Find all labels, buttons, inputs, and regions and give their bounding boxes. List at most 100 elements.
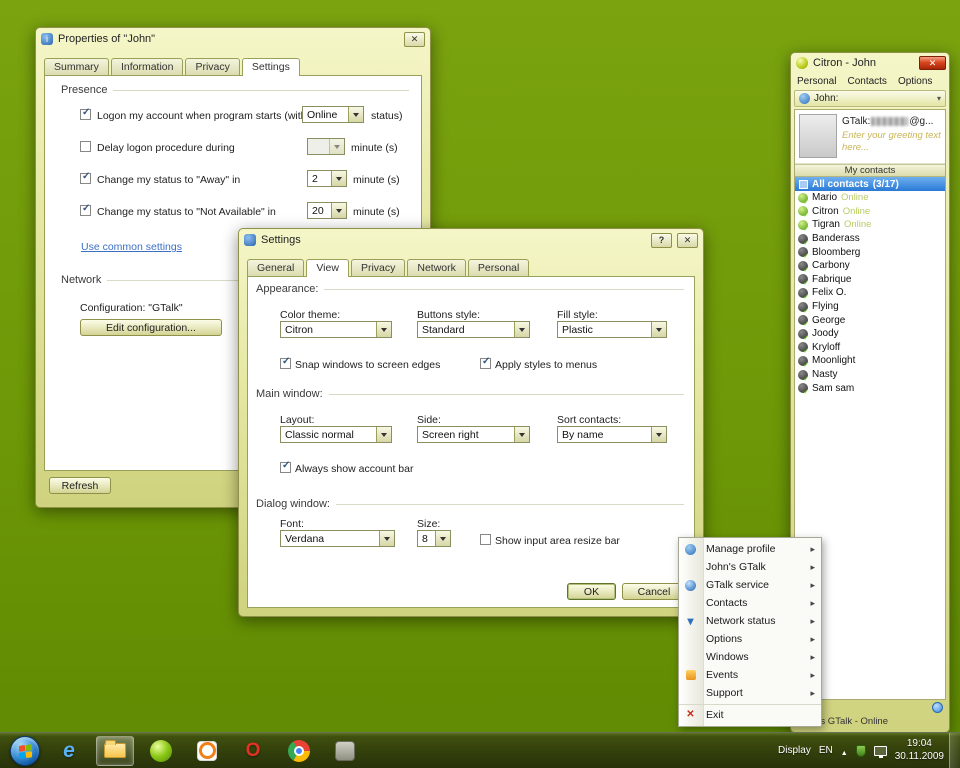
contact-row[interactable]: Fabrique [795,273,945,287]
close-icon[interactable] [919,56,946,70]
menubar-item[interactable]: Options [898,76,932,87]
size-select[interactable]: 8 [417,530,451,547]
ok-button[interactable]: OK [567,583,616,600]
close-icon[interactable] [404,32,425,47]
resize-bar-checkbox[interactable] [480,534,491,545]
context-menu-item[interactable]: Events [679,666,821,684]
context-menu-item[interactable]: Support [679,684,821,702]
show-desktop-button[interactable] [949,733,960,768]
context-menu-item[interactable]: Windows [679,648,821,666]
explorer-taskbar-button[interactable] [96,736,134,766]
clock-date: 30.11.2009 [895,751,944,764]
contact-row[interactable]: Sam sam [795,381,945,395]
contact-row[interactable]: Felix O. [795,286,945,300]
hidden-icons-arrow-icon[interactable] [841,742,848,760]
cancel-button[interactable]: Cancel [622,583,686,600]
globe-icon[interactable] [932,702,943,713]
help-icon[interactable] [651,233,672,248]
contact-row[interactable]: Mario Online [795,191,945,205]
settings-window-title: Settings [261,234,646,246]
internet-explorer-taskbar-button[interactable] [50,736,88,766]
away-status-checkbox[interactable] [80,173,91,184]
edit-configuration-button[interactable]: Edit configuration... [80,319,222,336]
settings-tab[interactable]: View [306,259,349,277]
snap-windows-checkbox[interactable] [280,358,291,369]
display-label[interactable]: Display [778,745,811,756]
context-menu-item[interactable]: Manage profile [679,540,821,558]
settings-tab[interactable]: Network [407,259,466,276]
context-menu-item[interactable]: John's GTalk [679,558,821,576]
fill-style-select[interactable]: Plastic [557,321,667,338]
layout-select[interactable]: Classic normal [280,426,392,443]
context-menu-item[interactable]: GTalk service [679,576,821,594]
opera-taskbar-button[interactable] [234,736,272,766]
close-icon[interactable] [677,233,698,248]
color-theme-select[interactable]: Citron [280,321,392,338]
citron-titlebar[interactable]: Citron - John [791,53,949,73]
clock[interactable]: 19:04 30.11.2009 [895,738,944,763]
refresh-button[interactable]: Refresh [49,477,111,494]
contact-row[interactable]: Kryloff [795,341,945,355]
greeting-placeholder[interactable]: Enter your greeting text here... [842,130,944,154]
use-common-settings-link[interactable]: Use common settings [81,241,182,253]
side-select[interactable]: Screen right [417,426,530,443]
chevron-down-icon [379,531,394,546]
language-indicator[interactable]: EN [819,745,833,756]
my-contacts-header[interactable]: My contacts [795,164,945,177]
context-menu-item[interactable]: Contacts [679,594,821,612]
notavailable-minutes-select[interactable]: 20 [307,202,347,219]
fill-style-label: Fill style: [557,309,598,321]
contact-row[interactable]: Joody [795,327,945,341]
media-player-taskbar-button[interactable] [188,736,226,766]
account-bar[interactable]: John: ▾ [794,90,946,107]
contact-row[interactable]: Flying [795,300,945,314]
settings-tab[interactable]: Privacy [351,259,405,276]
properties-tab[interactable]: Summary [44,58,109,75]
contact-row[interactable]: George [795,313,945,327]
contact-row[interactable]: Bloomberg [795,245,945,259]
buttons-style-select[interactable]: Standard [417,321,530,338]
properties-tab[interactable]: Settings [242,58,300,76]
logon-account-checkbox[interactable] [80,109,91,120]
settings-titlebar[interactable]: Settings [239,229,703,251]
chevron-down-icon[interactable]: ▾ [937,94,941,103]
context-menu-item[interactable]: Network status [679,612,821,630]
apply-styles-checkbox[interactable] [480,358,491,369]
account-bar-checkbox[interactable] [280,462,291,473]
contact-row[interactable]: Moonlight [795,354,945,368]
menu-item-label: GTalk service [706,579,769,591]
contact-row[interactable]: Nasty [795,368,945,382]
antivirus-tray-icon[interactable] [856,745,866,757]
menubar-item[interactable]: Contacts [847,76,886,87]
contact-row[interactable]: Carbony [795,259,945,273]
properties-tab[interactable]: Information [111,58,184,75]
logon-status-select[interactable]: Online [302,106,364,123]
menu-item-icon [682,614,699,628]
misc-app-taskbar-button[interactable] [326,736,364,766]
contact-row[interactable]: Citron Online [795,205,945,219]
contact-row[interactable]: Banderass [795,232,945,246]
messenger-taskbar-button[interactable] [142,736,180,766]
delay-logon-checkbox[interactable] [80,141,91,152]
properties-tab[interactable]: Privacy [185,58,239,75]
snap-windows-label: Snap windows to screen edges [295,359,440,371]
menu-item-label: Manage profile [706,543,775,555]
context-menu-item[interactable]: Exit [679,704,821,724]
contact-row[interactable]: Tigran Online [795,218,945,232]
settings-tab[interactable]: Personal [468,259,529,276]
chrome-taskbar-button[interactable] [280,736,318,766]
presence-group-heading: Presence [61,84,409,96]
context-menu-item[interactable]: Options [679,630,821,648]
sort-contacts-select[interactable]: By name [557,426,667,443]
all-contacts-group-row[interactable]: All contacts (3/17) [795,177,945,191]
properties-titlebar[interactable]: i Properties of "John" [36,28,430,50]
avatar[interactable] [799,114,837,158]
settings-tab[interactable]: General [247,259,304,276]
notavailable-status-checkbox[interactable] [80,205,91,216]
network-tray-icon[interactable] [874,746,887,756]
opera-icon [246,740,261,762]
start-button[interactable] [10,736,40,766]
menubar-item[interactable]: Personal [797,76,836,87]
away-minutes-select[interactable]: 2 [307,170,347,187]
font-select[interactable]: Verdana [280,530,395,547]
